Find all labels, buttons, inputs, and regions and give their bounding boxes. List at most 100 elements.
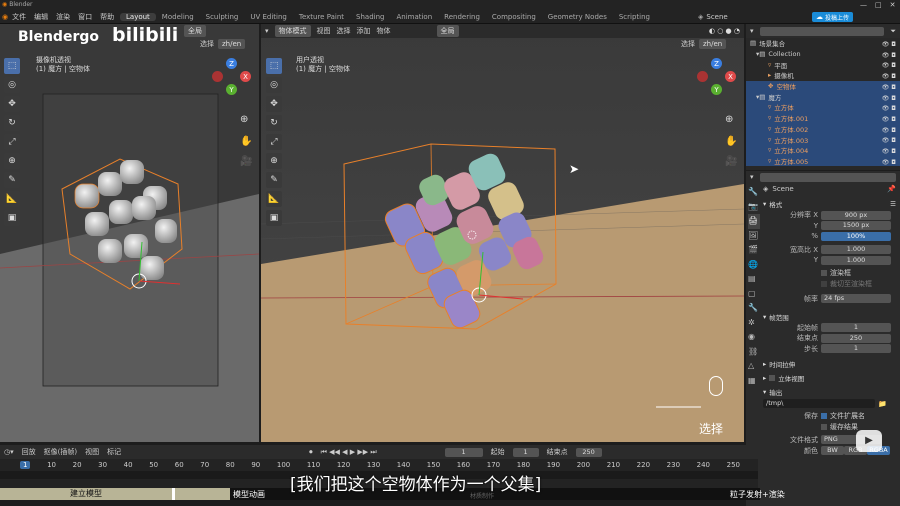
navigation-gizmo[interactable]: Z X Y	[697, 58, 737, 98]
outliner-item-collection[interactable]: ▾▤ Collection	[746, 49, 900, 60]
frame-end-field[interactable]: 250	[821, 333, 891, 343]
y-axis-icon[interactable]: Y	[711, 84, 722, 95]
visibility-icons[interactable]: 👁 ◘ 👁 ◘ 👁 ◘ 👁 ◘ 👁 ◘ 👁 ◘ 👁 ◘ 👁 ◘ 👁 ◘ 👁 ◘ 👁 ◘ 👁 ◘	[882, 40, 896, 168]
tab-geometry-nodes[interactable]: Geometry Nodes	[542, 13, 613, 21]
outliner-search-input[interactable]	[759, 26, 885, 36]
outliner-item-cube[interactable]: ▿ 立方体	[746, 102, 900, 113]
annotate-tool-icon[interactable]: ✎	[266, 172, 282, 188]
main-viewport[interactable]: ▾ 物体模式 视图 选择 添加 物体 全局 ◐ ○ ● ◔ 选择 zh/en 用…	[261, 24, 744, 442]
z-axis-icon[interactable]: Z	[226, 58, 237, 69]
properties-tabs[interactable]: 🔧 📷 🖨 🖼 🎬 🌐 ▤ ▢ 🔧 ✲ ◉ ⛓ △ ▦	[748, 185, 760, 388]
tab-layout[interactable]: Layout	[120, 13, 156, 21]
select-tool-icon[interactable]: ⬚	[266, 58, 282, 74]
timeline-menu-marker[interactable]: 标记	[107, 447, 121, 457]
select-label[interactable]: 选择	[681, 39, 695, 49]
timeline-menu-keying[interactable]: 抠像(插帧)	[44, 447, 77, 457]
lang-toggle[interactable]: zh/en	[699, 39, 727, 49]
zoom-icon[interactable]: ⊕	[725, 114, 733, 125]
tab-uv-editing[interactable]: UV Editing	[244, 13, 293, 21]
outliner-item-cube-003[interactable]: ▿ 立方体.003	[746, 134, 900, 145]
file-ext-checkbox[interactable]	[821, 413, 827, 420]
navigation-gizmo[interactable]: Z X Y	[212, 58, 252, 98]
close-icon[interactable]: ✕	[890, 1, 896, 9]
neg-x-axis-icon[interactable]	[212, 71, 223, 82]
add-cube-tool-icon[interactable]: ▣	[4, 210, 20, 226]
chapter-3[interactable]: 粒子发射+渲染	[730, 489, 785, 500]
outliner-item-cube-collection[interactable]: ▾▤ 魔方	[746, 91, 900, 103]
current-frame-field[interactable]: 1	[444, 447, 483, 457]
maximize-icon[interactable]: □	[875, 1, 882, 9]
render-region-checkbox[interactable]	[821, 270, 827, 276]
pin-icon[interactable]: 📌	[887, 185, 896, 193]
res-y-field[interactable]: 1500 px	[821, 221, 891, 231]
tool-tab-icon[interactable]: 🔧	[748, 185, 760, 200]
tab-sculpting[interactable]: Sculpting	[200, 13, 245, 21]
scale-tool-icon[interactable]: ⤢	[266, 134, 282, 150]
tab-compositing[interactable]: Compositing	[486, 13, 542, 21]
menu-file[interactable]: 文件	[12, 12, 26, 22]
z-axis-icon[interactable]: Z	[711, 58, 722, 69]
render-tab-icon[interactable]: 📷	[748, 200, 760, 215]
res-x-field[interactable]: 900 px	[821, 210, 891, 220]
pan-hand-icon[interactable]: ✋	[725, 136, 737, 147]
player-tv-icon[interactable]: ▶	[856, 430, 882, 452]
tab-texture-paint[interactable]: Texture Paint	[293, 13, 350, 21]
aspect-y-field[interactable]: 1.000	[821, 255, 891, 265]
preset-list-icon[interactable]: ☰	[890, 200, 896, 208]
properties-search-input[interactable]	[759, 172, 896, 182]
chapter-2[interactable]: 模型动画	[233, 489, 265, 500]
color-bw-button[interactable]: BW	[821, 446, 844, 455]
blender-menu-icon[interactable]: ◉	[2, 13, 8, 21]
outliner-type-icon[interactable]: ▾	[750, 27, 754, 35]
texture-tab-icon[interactable]: ▦	[748, 374, 760, 389]
output-path-field[interactable]: /tmp\	[763, 399, 875, 408]
x-axis-icon[interactable]: X	[240, 71, 251, 82]
editor-type-icon[interactable]: ▾	[265, 27, 269, 35]
scene-tab-icon[interactable]: 🎬	[748, 243, 760, 258]
cache-checkbox[interactable]	[821, 423, 827, 430]
select-tool-icon[interactable]: ⬚	[4, 58, 20, 74]
global-dropdown[interactable]: 全局	[184, 25, 206, 37]
camera-view-icon[interactable]: 🎥	[725, 156, 737, 167]
menu-edit[interactable]: 编辑	[34, 12, 48, 22]
select-label[interactable]: 选择	[200, 39, 214, 49]
record-icon[interactable]: ⏺	[309, 448, 313, 457]
collection-tab-icon[interactable]: ▤	[748, 272, 760, 287]
camera-view-icon[interactable]: 🎥	[240, 156, 252, 167]
fps-dropdown[interactable]: 24 fps	[821, 294, 891, 303]
scene-selector[interactable]: ◈ Scene	[698, 12, 728, 22]
output-tab-icon[interactable]: 🖨	[748, 214, 760, 229]
x-axis-icon[interactable]: X	[725, 71, 736, 82]
annotate-tool-icon[interactable]: ✎	[4, 172, 20, 188]
menu-select[interactable]: 选择	[337, 26, 351, 36]
menu-object[interactable]: 物体	[377, 26, 391, 36]
filter-icon[interactable]: ⏷	[890, 27, 896, 36]
rotate-tool-icon[interactable]: ↻	[4, 115, 20, 131]
pan-hand-icon[interactable]: ✋	[240, 136, 252, 147]
transform-orientation-dropdown[interactable]: 全局	[436, 25, 459, 37]
measure-tool-icon[interactable]: 📐	[4, 191, 20, 207]
menu-render[interactable]: 渲染	[56, 12, 70, 22]
particles-tab-icon[interactable]: ✲	[748, 316, 760, 331]
camera-viewport[interactable]: Blendergo bilibili 全局 选择 zh/en 摄像机透视 (1)…	[0, 24, 259, 442]
timeline-menu-view[interactable]: 视图	[85, 447, 99, 457]
chapter-1[interactable]: 建立模型	[0, 488, 172, 500]
playhead-tick[interactable]: 1	[20, 461, 31, 469]
shading-icons[interactable]: ◐ ○ ● ◔	[709, 27, 740, 35]
timeline-type-icon[interactable]: ◷▾	[4, 448, 14, 456]
tab-modeling[interactable]: Modeling	[156, 13, 200, 21]
menu-view[interactable]: 视图	[317, 26, 331, 36]
measure-tool-icon[interactable]: 📐	[266, 191, 282, 207]
stereo-header[interactable]: ▸ 立体视图	[763, 372, 900, 384]
menu-add[interactable]: 添加	[357, 26, 371, 36]
frame-start-field[interactable]: 1	[821, 323, 891, 333]
view-layer-tab-icon[interactable]: 🖼	[748, 229, 760, 244]
timeline-ruler[interactable]: 1 10 20 30 40 50 60 70 80 90 100 110 120…	[20, 460, 740, 470]
tab-scripting[interactable]: Scripting	[613, 13, 656, 21]
neg-x-axis-icon[interactable]	[697, 71, 708, 82]
outliner-item-cube-001[interactable]: ▿ 立方体.001	[746, 112, 900, 124]
properties-type-icon[interactable]: ▾	[750, 173, 754, 181]
lang-toggle[interactable]: zh/en	[218, 39, 246, 49]
menu-window[interactable]: 窗口	[78, 12, 92, 22]
world-tab-icon[interactable]: 🌐	[748, 258, 760, 273]
